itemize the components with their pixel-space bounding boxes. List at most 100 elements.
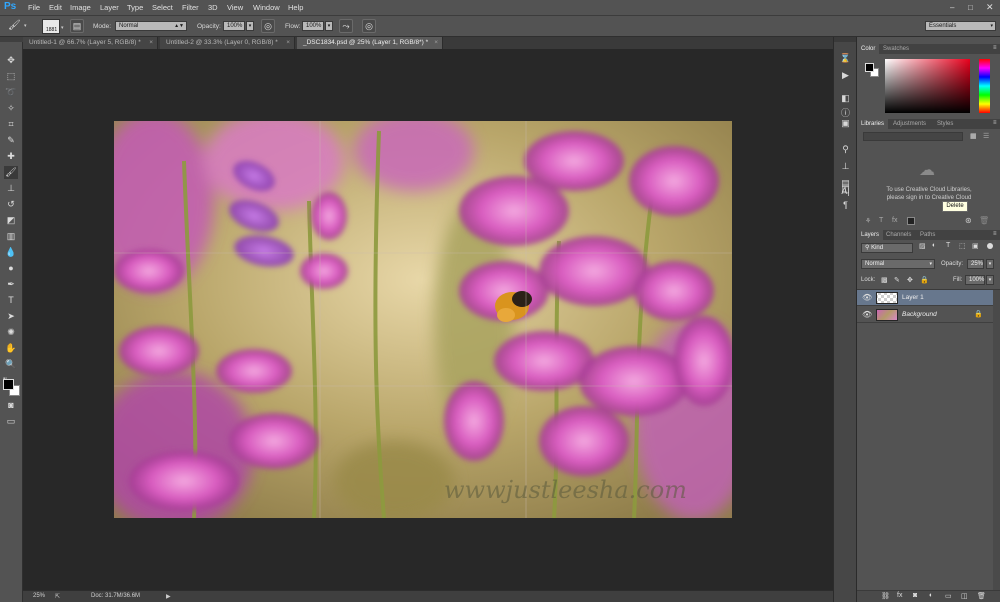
tab-untitled-2[interactable]: Untitled-2 @ 33.3% (Layer 0, RGB/8) * × <box>160 37 295 49</box>
pressure-size-icon[interactable]: ◎ <box>362 19 376 33</box>
dodge-tool-icon[interactable]: ● <box>4 262 18 275</box>
tab-swatches[interactable]: Swatches <box>879 44 913 54</box>
eyedropper-tool-icon[interactable]: ✎ <box>4 134 18 147</box>
eraser-tool-icon[interactable]: ◩ <box>4 214 18 227</box>
layer-opacity-slider-button[interactable]: ▾ <box>986 259 994 269</box>
color-field[interactable] <box>885 59 970 113</box>
panel-menu-icon[interactable]: ≡ <box>993 231 997 237</box>
zoom-level[interactable]: 25% <box>33 593 45 599</box>
tab-channels[interactable]: Channels <box>882 230 915 240</box>
hue-slider[interactable] <box>979 59 990 113</box>
menu-type[interactable]: Type <box>127 3 143 12</box>
fill-input[interactable]: 100% <box>965 275 985 285</box>
menu-help[interactable]: Help <box>288 3 303 12</box>
brush-presets-icon[interactable]: ⚲ <box>839 143 852 155</box>
tab-styles[interactable]: Styles <box>933 119 957 129</box>
hand-tool-icon[interactable]: ✋ <box>4 342 18 355</box>
lock-transparent-icon[interactable]: ▩ <box>881 276 888 284</box>
pen-tool-icon[interactable]: ✒ <box>4 278 18 291</box>
library-select[interactable] <box>863 132 963 141</box>
path-selection-tool-icon[interactable]: ➤ <box>4 310 18 323</box>
add-color-icon[interactable] <box>907 217 915 225</box>
actions-panel-icon[interactable]: ▶ <box>839 69 852 81</box>
add-style-icon[interactable]: fx <box>897 592 902 599</box>
menu-image[interactable]: Image <box>70 3 91 12</box>
workspace-select[interactable]: Essentials ▾ <box>925 21 996 31</box>
list-view-icon[interactable]: ☰ <box>983 132 989 140</box>
type-tool-icon[interactable]: T <box>4 294 18 307</box>
grid-view-icon[interactable]: ▦ <box>970 132 977 140</box>
sync-icon[interactable]: ⊛ <box>965 216 972 225</box>
blend-mode-select[interactable]: Normal ▾ <box>861 259 935 269</box>
clone-stamp-tool-icon[interactable]: ⊥ <box>4 182 18 195</box>
close-tab-icon[interactable]: × <box>286 37 290 49</box>
menu-window[interactable]: Window <box>253 3 280 12</box>
blur-tool-icon[interactable]: 💧 <box>4 246 18 259</box>
layer-row-layer-1[interactable]: 👁 Layer 1 <box>857 290 993 306</box>
minimize-icon[interactable]: – <box>950 3 954 12</box>
layer-opacity-input[interactable]: 25% <box>967 259 984 269</box>
menu-layer[interactable]: Layer <box>100 3 119 12</box>
layers-scrollbar[interactable] <box>993 290 1000 590</box>
filter-toggle[interactable] <box>987 243 993 249</box>
flow-input[interactable]: 100% <box>302 21 324 31</box>
lock-pixels-icon[interactable]: ✎ <box>894 276 900 284</box>
add-mask-icon[interactable]: ◙ <box>913 592 917 599</box>
maximize-icon[interactable]: □ <box>968 3 973 12</box>
menu-filter[interactable]: Filter <box>182 3 199 12</box>
tab-paths[interactable]: Paths <box>916 230 939 240</box>
close-tab-icon[interactable]: × <box>149 37 153 49</box>
delete-layer-icon[interactable]: 🗑 <box>977 592 986 600</box>
tab-color[interactable]: Color <box>857 44 880 54</box>
navigator-panel-icon[interactable]: ▣ <box>839 117 852 129</box>
opacity-input[interactable]: 100% <box>223 21 245 31</box>
link-layers-icon[interactable]: ⛓ <box>881 592 890 600</box>
paragraph-panel-icon[interactable]: ¶ <box>839 199 852 211</box>
adjustment-layer-icon[interactable]: ◐ <box>929 592 933 599</box>
tab-dsc1834[interactable]: _DSC1834.psd @ 25% (Layer 1, RGB/8*) * × <box>297 37 443 49</box>
document-canvas[interactable]: wwwjustleesha.com <box>114 121 732 518</box>
lasso-tool-icon[interactable]: ➰ <box>4 86 18 99</box>
layer-name[interactable]: Background <box>902 311 937 318</box>
move-tool-icon[interactable]: ✥ <box>4 54 18 67</box>
menu-select[interactable]: Select <box>152 3 173 12</box>
panel-menu-icon[interactable]: ≡ <box>993 45 997 51</box>
history-brush-tool-icon[interactable]: ↺ <box>4 198 18 211</box>
tab-adjustments[interactable]: Adjustments <box>889 119 930 129</box>
character-panel-icon[interactable]: A| <box>839 185 852 197</box>
new-layer-icon[interactable]: ◫ <box>961 592 968 600</box>
layer-name[interactable]: Layer 1 <box>902 294 924 301</box>
layer-filter-kind-select[interactable]: ⚲ Kind <box>861 243 913 253</box>
trash-icon[interactable]: 🗑 <box>979 216 989 225</box>
gradient-tool-icon[interactable]: ▥ <box>4 230 18 243</box>
menu-view[interactable]: View <box>227 3 243 12</box>
share-icon[interactable]: ⇱ <box>55 593 60 600</box>
add-graphic-icon[interactable]: ⚘ <box>865 217 871 225</box>
toolbar-grip[interactable] <box>0 37 23 42</box>
properties-panel-icon[interactable]: ◧ <box>839 92 852 104</box>
crop-tool-icon[interactable]: ⌗ <box>4 118 18 131</box>
lock-position-icon[interactable]: ✥ <box>907 276 913 284</box>
foreground-color-swatch[interactable] <box>3 379 14 390</box>
tab-layers[interactable]: Layers <box>857 230 884 240</box>
tool-preset-arrow-icon[interactable]: ▾ <box>24 23 27 29</box>
add-text-icon[interactable]: T <box>879 217 883 224</box>
layer-row-background[interactable]: 👁 Background 🔒 <box>857 307 993 323</box>
brush-panel-toggle-icon[interactable]: ▤ <box>70 19 84 33</box>
shape-tool-icon[interactable]: ✺ <box>4 326 18 339</box>
status-menu-arrow-icon[interactable]: ▶ <box>166 593 171 600</box>
eye-visibility-icon[interactable]: 👁 <box>862 310 872 319</box>
marquee-tool-icon[interactable]: ⬚ <box>4 70 18 83</box>
close-icon[interactable]: ✕ <box>986 2 994 13</box>
strip-grip[interactable] <box>834 37 857 42</box>
quick-selection-tool-icon[interactable]: ✧ <box>4 102 18 115</box>
filter-adjustment-icon[interactable]: ◐ <box>932 242 936 249</box>
healing-brush-tool-icon[interactable]: ✚ <box>4 150 18 163</box>
menu-3d[interactable]: 3D <box>208 3 218 12</box>
new-group-icon[interactable]: ▭ <box>945 592 952 600</box>
zoom-tool-icon[interactable]: 🔍 <box>4 358 18 371</box>
menu-file[interactable]: File <box>28 3 40 12</box>
menu-edit[interactable]: Edit <box>49 3 62 12</box>
filter-smart-object-icon[interactable]: ▣ <box>972 242 979 250</box>
filter-pixel-icon[interactable]: ▨ <box>919 242 926 250</box>
